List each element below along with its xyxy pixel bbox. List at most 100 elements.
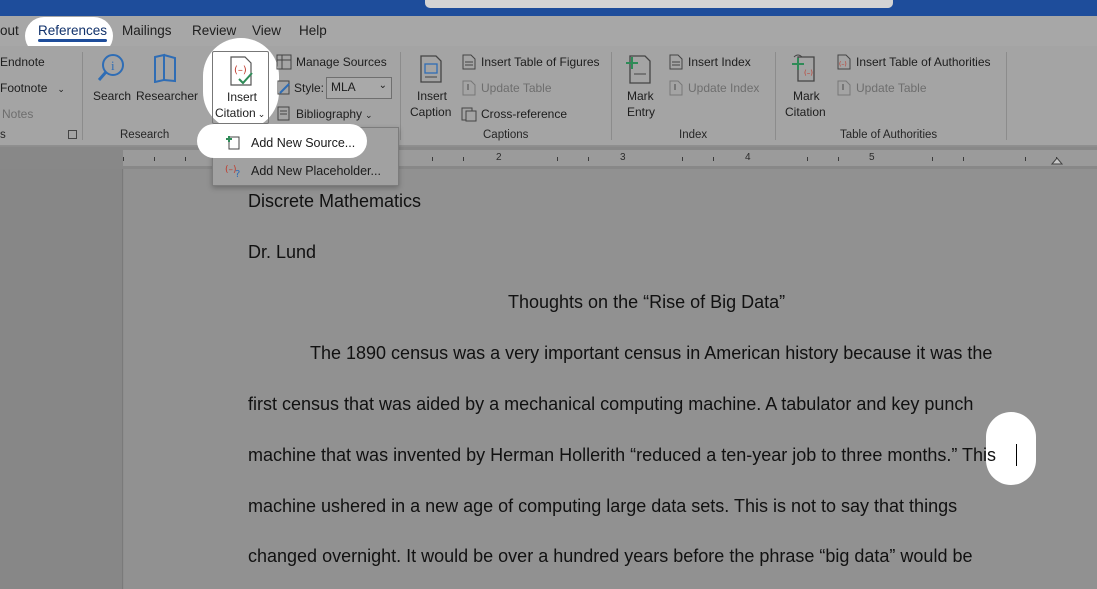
insert-citation-button[interactable]: (–) Insert Citation ⌄ <box>212 51 269 124</box>
horizontal-ruler: 1 2 3 4 5 <box>0 147 1097 169</box>
mark-entry-icon <box>626 55 651 84</box>
group-separator <box>611 52 612 140</box>
insert-endnote-label: Endnote <box>0 55 45 69</box>
update-table-label: Update Table <box>481 81 552 95</box>
captions-group-label: Captions <box>483 129 529 141</box>
tab-view[interactable]: View <box>252 23 281 38</box>
ruler-tick <box>932 157 933 161</box>
group-separator <box>400 52 401 140</box>
style-label: Style: <box>294 81 325 95</box>
style-value: MLA <box>331 80 356 94</box>
insert-index-label: Insert Index <box>688 55 751 69</box>
footnotes-group-label: s <box>0 129 6 141</box>
insert-citation-dropdown: Add New Source... (–) ? Add New Placehol… <box>197 124 399 186</box>
insert-caption-label-2: Caption <box>410 105 452 119</box>
doc-paragraph-line: machine ushered in a new age of computin… <box>248 496 958 516</box>
tab-mailings[interactable]: Mailings <box>122 23 172 38</box>
doc-line-course: Discrete Mathematics <box>248 191 422 211</box>
right-indent-marker-icon[interactable] <box>1051 153 1063 165</box>
table-of-figures-icon <box>462 54 476 70</box>
chevron-down-icon: ⌄ <box>378 80 387 91</box>
table-of-authorities-icon: (–) <box>837 54 851 70</box>
manage-sources-icon <box>276 54 292 70</box>
title-bar <box>0 0 1097 16</box>
ruler-number: 4 <box>745 152 751 163</box>
search-info-icon: i <box>97 54 124 81</box>
ruler-number: 5 <box>869 152 875 163</box>
table-of-authorities-group-label: Table of Authorities <box>840 129 938 141</box>
dialog-launcher-icon[interactable] <box>68 130 77 139</box>
manage-sources-label: Manage Sources <box>296 55 387 69</box>
svg-text:(–): (–) <box>804 69 813 77</box>
style-icon <box>277 80 290 95</box>
insert-caption-icon <box>420 55 442 83</box>
mark-citation-icon: (–) <box>792 54 815 82</box>
chevron-down-icon: ⌄ <box>57 84 65 94</box>
update-index-icon <box>669 80 683 96</box>
mark-entry-label-2: Entry <box>627 105 656 119</box>
tab-review[interactable]: Review <box>192 23 236 38</box>
insert-endnote-button[interactable]: ​Endnote <box>0 55 45 69</box>
ruler-tick <box>557 157 558 161</box>
insert-caption-label-1: Insert <box>417 89 448 103</box>
mark-citation-label-2: Citation <box>785 105 826 119</box>
bibliography-label: Bibliography ⌄ <box>296 107 373 121</box>
next-footnote-label: Footnote <box>0 81 48 95</box>
ribbon: ​Endnote Footnote ⌄ Notes s i Search Rese… <box>0 38 1097 146</box>
ruler-number: 3 <box>620 152 626 163</box>
research-group-label: Research <box>120 129 170 141</box>
style-select[interactable]: MLA ⌄ <box>326 77 392 99</box>
group-separator <box>775 52 776 140</box>
ribbon-tabs: out References Mailings Review View Help <box>0 16 1097 55</box>
left-margin-pane <box>0 169 123 589</box>
tab-layout[interactable]: out <box>0 23 19 38</box>
chevron-down-icon: ⌄ <box>257 109 266 119</box>
index-group-label: Index <box>679 129 708 141</box>
ruler-tick <box>682 157 683 161</box>
doc-paragraph-line: machine that was invented by Herman Holl… <box>248 445 997 465</box>
ruler-tick <box>963 157 964 161</box>
update-index-label: Update Index <box>688 81 760 95</box>
svg-text:(–): (–) <box>234 65 247 76</box>
ruler-tick <box>1025 157 1026 161</box>
insert-citation-label-1: Insert <box>227 90 258 104</box>
update-table-icon <box>462 80 476 96</box>
researcher-label: Researcher <box>136 89 199 103</box>
insert-table-of-authorities-label: Insert Table of Authorities <box>856 55 991 69</box>
insert-citation-label-2: Citation ⌄ <box>215 106 266 120</box>
ruler-tick <box>123 157 124 161</box>
tab-help[interactable]: Help <box>299 23 327 38</box>
ruler-tick <box>713 157 714 161</box>
ruler-tick <box>588 157 589 161</box>
ruler-tick <box>154 157 155 161</box>
group-separator <box>1006 52 1007 140</box>
insert-citation-icon: (–) <box>230 56 253 86</box>
doc-paragraph-line: The 1890 census was a very important cen… <box>310 343 993 363</box>
doc-line-instructor: Dr. Lund <box>248 242 317 262</box>
insert-index-icon <box>669 54 683 70</box>
cross-reference-icon <box>461 107 477 122</box>
tab-references[interactable]: References <box>38 23 108 42</box>
doc-paragraph-line: changed overnight. It would be over a hu… <box>248 546 973 566</box>
ruler-number: 2 <box>496 152 502 163</box>
search-box[interactable] <box>425 0 893 8</box>
ruler-tick <box>463 157 464 161</box>
researcher-book-icon <box>154 53 176 83</box>
mark-entry-label-1: Mark <box>627 89 654 103</box>
add-new-source-label: Add New Source... <box>251 136 356 150</box>
add-new-placeholder-label: Add New Placeholder... <box>251 164 381 178</box>
next-footnote-button[interactable]: Footnote ⌄ <box>0 81 65 95</box>
update-table-icon <box>837 80 851 96</box>
ruler-tick <box>807 157 808 161</box>
bibliography-icon <box>277 106 290 121</box>
doc-paragraph-line: first census that was aided by a mechani… <box>248 394 974 414</box>
chevron-down-icon: ⌄ <box>365 110 373 120</box>
svg-text:(–): (–) <box>839 61 847 68</box>
add-new-source-icon <box>226 136 240 150</box>
doc-title: Thoughts on the “Rise of Big Data” <box>508 292 786 312</box>
search-label: Search <box>93 89 132 103</box>
document-page[interactable]: Discrete Mathematics Dr. Lund Thoughts o… <box>124 169 1097 589</box>
insert-table-of-figures-label: Insert Table of Figures <box>481 55 600 69</box>
show-notes-button[interactable]: Notes <box>2 107 33 121</box>
text-cursor <box>1016 444 1017 466</box>
